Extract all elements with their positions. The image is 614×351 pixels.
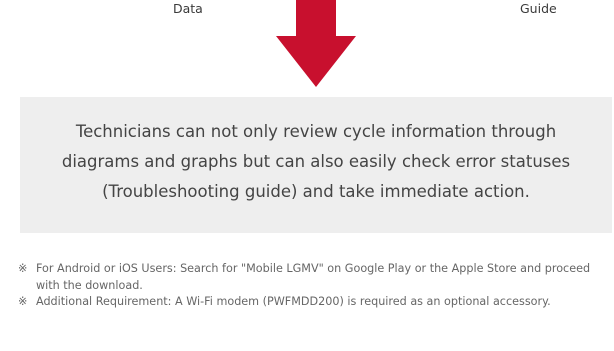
page: Data Guide Technicians can not only revi… [0,0,614,351]
down-arrow-shape [276,0,356,87]
note-item: ※ For Android or iOS Users: Search for "… [18,261,603,294]
info-box-text: Technicians can not only review cycle in… [61,122,571,201]
info-box: Technicians can not only review cycle in… [20,97,612,233]
note-item: ※ Additional Requirement: A Wi-Fi modem … [18,294,603,311]
note-text: Additional Requirement: A Wi-Fi modem (P… [36,295,551,308]
notes: ※ For Android or iOS Users: Search for "… [18,261,603,311]
down-arrow-icon [276,0,356,87]
reference-mark: ※ [18,262,28,275]
reference-mark: ※ [18,295,28,308]
note-text: For Android or iOS Users: Search for "Mo… [36,262,591,292]
